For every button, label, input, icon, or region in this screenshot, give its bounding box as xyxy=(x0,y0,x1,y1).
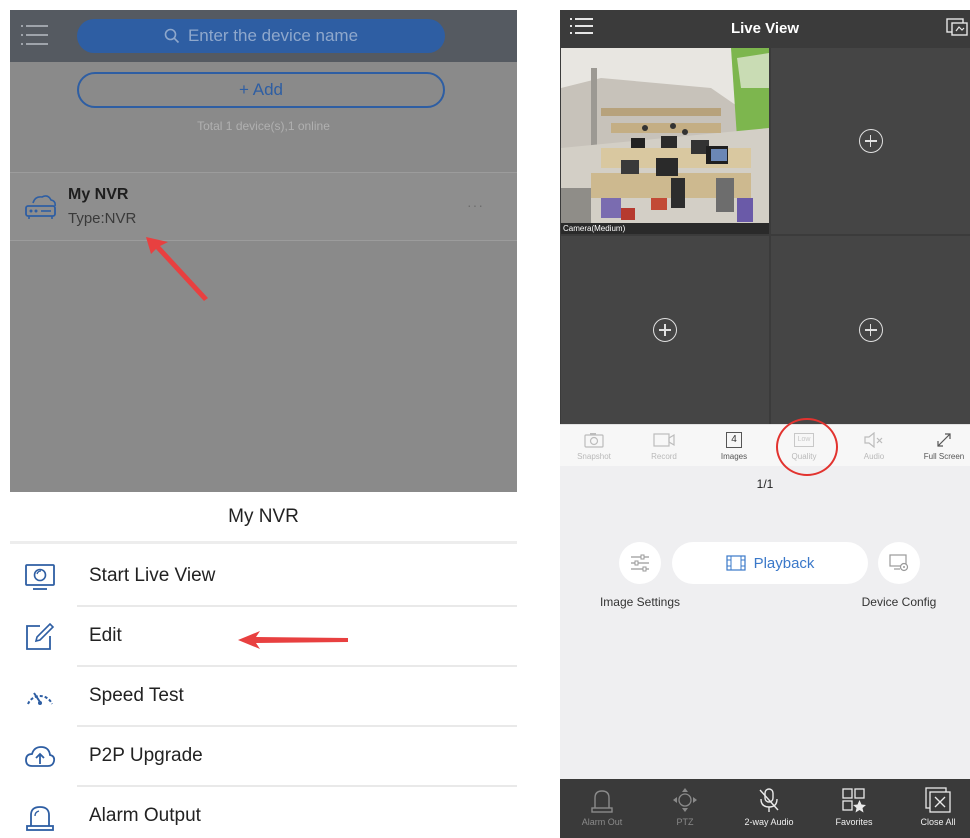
start-live-view-item[interactable]: Start Live View xyxy=(10,547,517,649)
live-toolbar: Snapshot Record 4 Images Low Quality Aud… xyxy=(560,424,970,466)
ptz-button[interactable]: PTZ xyxy=(650,785,720,827)
favorites-button[interactable]: Favorites xyxy=(819,785,889,827)
alarm-light-icon xyxy=(26,806,54,831)
playback-label: Playback xyxy=(753,554,815,572)
monitor-icon xyxy=(25,564,55,590)
window-split-icon[interactable] xyxy=(946,17,968,37)
microphone-muted-icon xyxy=(759,788,779,812)
device-config-icon xyxy=(889,554,909,572)
image-settings-button[interactable] xyxy=(619,542,661,584)
top-bar: Enter the device name xyxy=(10,10,517,62)
red-pointer-arrow xyxy=(146,237,208,301)
office-camera-feed xyxy=(561,48,769,234)
camera-feed-cell[interactable]: Camera(Medium) xyxy=(561,48,769,234)
speed-test-label: Speed Test xyxy=(89,685,184,706)
close-all-button[interactable]: Close All xyxy=(903,785,970,827)
alarm-output-item[interactable]: Alarm Output xyxy=(10,787,517,838)
p2p-upgrade-item[interactable]: P2P Upgrade xyxy=(10,727,517,787)
add-channel-icon[interactable] xyxy=(653,318,677,342)
device-total-text: Total 1 device(s),1 online xyxy=(197,119,330,133)
image-settings-label: Image Settings xyxy=(599,595,681,609)
alarm-light-icon xyxy=(591,790,613,813)
device-config-label: Device Config xyxy=(861,595,937,609)
live-view-screen: Live View Camera(Medium) Snapshot Record… xyxy=(560,10,970,838)
edit-label: Edit xyxy=(89,625,122,646)
quality-highlight-circle xyxy=(776,418,838,476)
video-grid: Camera(Medium) xyxy=(560,46,970,424)
bottom-nav: Alarm Out PTZ 2-way Audio Favorites Clos… xyxy=(560,779,970,838)
ptz-icon xyxy=(673,788,697,812)
page-title: Live View xyxy=(730,19,800,37)
film-strip-icon xyxy=(725,555,746,571)
device-config-button[interactable] xyxy=(878,542,920,584)
device-row[interactable]: My NVR Type:NVR ··· xyxy=(10,172,517,241)
grid-count-icon: 4 xyxy=(726,432,742,448)
audio-button[interactable]: Audio xyxy=(844,429,904,461)
camera-name-label: Camera(Medium) xyxy=(563,224,626,233)
action-sheet: My NVR Start Live View Edit Speed Test P… xyxy=(10,492,517,838)
empty-channel-cell[interactable] xyxy=(771,48,970,234)
camera-icon xyxy=(584,433,604,448)
start-live-view-label: Start Live View xyxy=(89,565,216,586)
device-list-screen: Enter the device name + Add Total 1 devi… xyxy=(10,10,517,838)
edit-item[interactable]: Edit xyxy=(10,607,517,667)
more-options-icon[interactable]: ··· xyxy=(467,197,484,213)
empty-channel-cell[interactable] xyxy=(771,236,970,424)
playback-button[interactable]: Playback xyxy=(672,542,868,584)
p2p-upgrade-label: P2P Upgrade xyxy=(89,745,203,766)
edit-icon xyxy=(26,622,55,650)
alarm-output-label: Alarm Output xyxy=(89,805,201,826)
menu-icon[interactable] xyxy=(21,25,48,47)
search-placeholder: Enter the device name xyxy=(187,26,359,45)
page-indicator: 1/1 xyxy=(756,477,774,491)
close-all-icon xyxy=(925,787,951,813)
speed-test-item[interactable]: Speed Test xyxy=(10,667,517,727)
full-screen-button[interactable]: Full Screen xyxy=(914,429,970,461)
cloud-upload-icon xyxy=(25,746,56,767)
device-name: My NVR xyxy=(68,186,129,203)
search-icon xyxy=(164,28,180,44)
empty-channel-cell[interactable] xyxy=(561,236,769,424)
speaker-mute-icon xyxy=(864,432,883,448)
images-button[interactable]: 4 Images xyxy=(704,429,764,461)
two-way-audio-button[interactable]: 2-way Audio xyxy=(734,785,804,827)
device-list-area: + Add Total 1 device(s),1 online My NVR … xyxy=(10,62,517,492)
favorites-icon xyxy=(842,788,866,813)
add-device-button[interactable]: + Add xyxy=(77,72,445,108)
alarm-out-button[interactable]: Alarm Out xyxy=(567,785,637,827)
add-channel-icon[interactable] xyxy=(858,129,883,153)
video-record-icon xyxy=(653,433,675,447)
record-button[interactable]: Record xyxy=(634,429,694,461)
device-type: Type:NVR xyxy=(68,210,137,227)
expand-icon xyxy=(937,433,951,447)
action-sheet-title: My NVR xyxy=(10,492,517,544)
top-bar: Live View xyxy=(560,10,970,46)
sliders-icon xyxy=(631,554,649,572)
snapshot-button[interactable]: Snapshot xyxy=(564,429,624,461)
speed-gauge-icon xyxy=(27,692,53,705)
nvr-device-icon xyxy=(25,195,56,219)
add-channel-icon[interactable] xyxy=(858,318,883,342)
device-search-input[interactable]: Enter the device name xyxy=(77,19,445,53)
